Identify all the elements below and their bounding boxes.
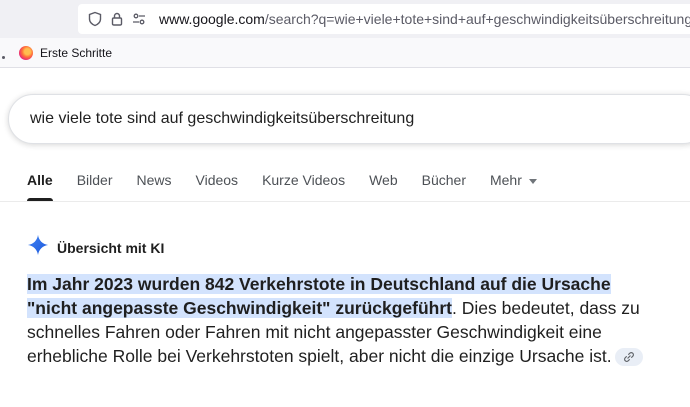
lock-icon[interactable] [109,11,125,27]
shield-icon[interactable] [87,11,103,27]
url-path: /search?q=wie+viele+tote+sind+auf+geschw… [264,11,690,27]
search-box[interactable] [8,94,690,144]
bookmark-label: Erste Schritte [40,45,113,60]
ai-overview-header: Übersicht mit KI [27,234,164,261]
tab-bilder[interactable]: Bilder [77,166,113,202]
url-text[interactable]: www.google.com/search?q=wie+viele+tote+s… [159,11,690,27]
tab-mehr[interactable]: Mehr [490,166,537,202]
tab-label: Web [369,172,398,188]
ai-overview-text: Im Jahr 2023 wurden 842 Verkehrstote in … [27,272,657,368]
tab-videos[interactable]: Videos [196,166,239,202]
bookmark-erste-schritte[interactable]: Erste Schritte [19,45,113,60]
tab-label: Videos [195,172,239,188]
tab-label: Bilder [76,172,113,188]
tab-label: Kurze Videos [262,172,346,188]
tab-news[interactable]: News [136,166,171,202]
search-tabs: Alle Bilder News Videos Kurze Videos Web… [27,166,561,202]
source-link-button[interactable] [614,345,643,369]
gemini-sparkle-icon [27,234,49,261]
tab-label: News [136,172,172,188]
search-input[interactable] [28,109,668,129]
tab-label: Mehr [489,172,522,188]
tab-alle[interactable]: Alle [27,166,53,202]
chevron-down-icon [528,178,537,184]
overflow-dot-icon [2,56,5,59]
tabs-divider [0,201,690,202]
firefox-icon [19,45,33,60]
address-bar[interactable]: www.google.com/search?q=wie+viele+tote+s… [78,4,690,34]
tab-buecher[interactable]: Bücher [422,166,466,202]
link-icon [623,345,635,369]
tab-label: Bücher [421,172,466,188]
tab-kurze-videos[interactable]: Kurze Videos [262,166,345,202]
url-host: www.google.com [159,11,265,27]
ai-overview-title: Übersicht mit KI [57,239,165,256]
tab-label: Alle [27,172,53,188]
tab-web[interactable]: Web [369,166,398,202]
browser-toolbar: www.google.com/search?q=wie+viele+tote+s… [0,0,690,38]
bookmarks-toolbar: Erste Schritte [0,38,690,68]
permissions-icon[interactable] [131,11,147,27]
